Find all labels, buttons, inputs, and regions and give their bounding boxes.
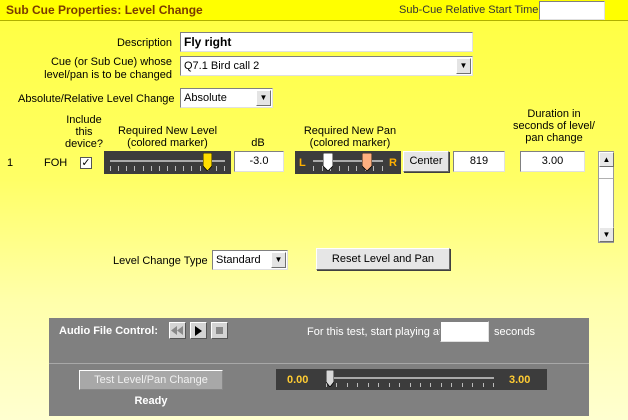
slider-tick — [382, 166, 383, 171]
audio-control-label: Audio File Control: — [59, 325, 158, 337]
reset-level-pan-button[interactable]: Reset Level and Pan — [316, 248, 450, 270]
slider-tick — [357, 383, 358, 387]
level-change-type-value: Standard — [216, 254, 261, 266]
slider-tick — [110, 166, 111, 171]
description-input[interactable]: Fly right — [180, 32, 473, 52]
slider-tick — [389, 383, 390, 387]
playback-slider-thumb[interactable] — [325, 369, 335, 388]
level-header-line2: (colored marker) — [127, 137, 208, 149]
device-name: FOH — [44, 157, 68, 169]
pan-header-line2: (colored marker) — [309, 137, 391, 149]
slider-tick — [493, 383, 494, 387]
test-level-pan-button[interactable]: Test Level/Pan Change — [79, 370, 223, 390]
slider-tick — [441, 383, 442, 387]
checkmark-icon: ✓ — [81, 157, 91, 169]
slider-tick — [472, 383, 473, 387]
slider-tick — [356, 166, 357, 171]
level-db-input[interactable]: -3.0 — [234, 151, 284, 172]
db-header: dB — [251, 137, 265, 149]
slider-tick — [191, 166, 192, 171]
abs-rel-value: Absolute — [184, 92, 227, 104]
play-icon[interactable] — [190, 322, 207, 339]
include-device-checkbox[interactable]: ✓ — [80, 157, 92, 169]
window-title: Sub Cue Properties: Level Change — [6, 3, 203, 17]
start-playing-label: For this test, start playing at — [307, 326, 443, 338]
slider-tick — [118, 166, 119, 171]
slider-tick — [313, 166, 314, 171]
level-change-type-select[interactable]: Standard ▼ — [212, 250, 288, 270]
slider-tick — [373, 166, 374, 171]
center-pan-button[interactable]: Center — [403, 151, 449, 172]
start-playing-input[interactable] — [440, 321, 489, 342]
slider-tick — [399, 383, 400, 387]
start-time-label: Sub-Cue Relative Start Time — [399, 4, 539, 16]
slider-tick — [183, 166, 184, 171]
slider-tick — [167, 166, 168, 171]
slider-tick — [134, 166, 135, 171]
audio-panel-divider — [49, 363, 589, 364]
chevron-down-icon[interactable]: ▼ — [456, 58, 471, 74]
slider-tick — [347, 383, 348, 387]
slider-tick — [451, 383, 452, 387]
slider-tick — [462, 383, 463, 387]
playback-slider-track — [326, 377, 494, 379]
slider-tick — [483, 383, 484, 387]
cue-select-value: Q7.1 Bird call 2 — [184, 60, 260, 72]
seconds-label: seconds — [494, 326, 535, 338]
level-slider[interactable] — [104, 151, 231, 174]
slider-tick — [420, 383, 421, 387]
duration-header-line3: pan change — [525, 132, 583, 144]
slider-tick — [224, 166, 225, 171]
slider-tick — [410, 383, 411, 387]
start-time-input[interactable] — [539, 1, 605, 20]
scrollbar-thumb[interactable] — [599, 167, 613, 179]
slider-tick — [126, 166, 127, 171]
pan-slider-thumb[interactable] — [361, 152, 373, 172]
pan-reference-marker — [322, 152, 334, 172]
test-level-pan-label: Test Level/Pan Change — [94, 374, 208, 386]
cue-select[interactable]: Q7.1 Bird call 2 ▼ — [180, 56, 473, 76]
playback-slider-ticks — [326, 383, 494, 387]
chevron-down-icon[interactable]: ▼ — [256, 90, 271, 106]
abs-rel-select[interactable]: Absolute ▼ — [180, 88, 273, 108]
slider-tick — [151, 166, 152, 171]
slider-tick — [378, 383, 379, 387]
slider-tick — [336, 383, 337, 387]
abs-rel-label: Absolute/Relative Level Change — [18, 93, 175, 105]
level-slider-thumb[interactable] — [202, 152, 213, 172]
pan-right-label: R — [389, 157, 397, 169]
status-text: Ready — [134, 395, 168, 407]
playback-max-label: 3.00 — [509, 374, 531, 386]
slider-tick — [216, 166, 217, 171]
playback-min-label: 0.00 — [287, 374, 309, 386]
scroll-down-icon[interactable]: ▼ — [599, 227, 614, 242]
include-header-line3: device? — [65, 138, 103, 150]
slider-tick — [200, 166, 201, 171]
stop-icon[interactable] — [211, 322, 228, 339]
rewind-icon[interactable] — [169, 322, 186, 339]
slider-tick — [143, 166, 144, 171]
playback-slider[interactable]: 0.00 3.00 — [276, 369, 547, 390]
description-label: Description — [116, 37, 172, 49]
slider-tick — [175, 166, 176, 171]
pan-slider[interactable]: L R — [295, 151, 401, 174]
slider-tick — [368, 383, 369, 387]
device-row-index: 1 — [7, 157, 14, 169]
slider-tick — [159, 166, 160, 171]
slider-tick — [348, 166, 349, 171]
scroll-up-icon[interactable]: ▲ — [599, 152, 614, 167]
pan-value-input[interactable]: 819 — [453, 151, 505, 172]
level-change-type-label: Level Change Type — [113, 255, 208, 267]
slider-tick — [430, 383, 431, 387]
pan-left-label: L — [299, 157, 306, 169]
duration-input[interactable]: 3.00 — [520, 151, 585, 172]
chevron-down-icon[interactable]: ▼ — [271, 252, 286, 268]
cue-label-line2: level/pan is to be changed — [44, 69, 172, 81]
cue-label-line1: Cue (or Sub Cue) whose — [50, 56, 172, 68]
device-scrollbar[interactable]: ▲ ▼ — [598, 151, 614, 243]
slider-tick — [339, 166, 340, 171]
